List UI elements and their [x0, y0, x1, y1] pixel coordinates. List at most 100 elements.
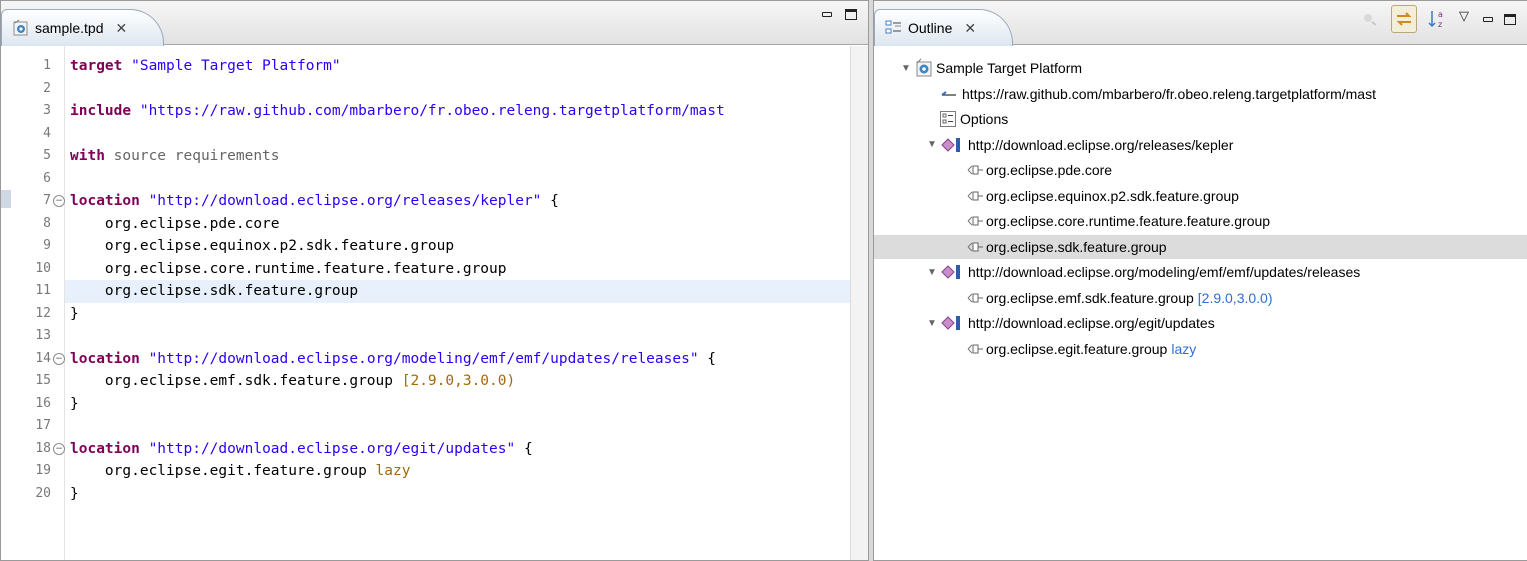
- maximize-icon[interactable]: [844, 7, 858, 21]
- line-number: 18: [35, 440, 51, 456]
- line-number: 5: [43, 148, 51, 163]
- code-line[interactable]: }: [70, 393, 79, 416]
- line-number-ruler[interactable]: 1 2 3 4 5 6 7−8 9 10 11 12 13 14−15 16 17 18−19 20: [11, 46, 65, 560]
- installable-unit-icon: [966, 214, 984, 228]
- line-number: 16: [35, 395, 51, 411]
- expand-toggle-icon[interactable]: ▼: [926, 139, 938, 150]
- line-number: 11: [35, 283, 51, 298]
- code-token: "https://raw.github.com/mbarbero/fr.obeo…: [139, 103, 725, 119]
- code-line[interactable]: }: [70, 303, 79, 326]
- outline-node-modifier: lazy: [1171, 340, 1197, 357]
- tab-label: sample.tpd: [35, 20, 104, 36]
- code-line[interactable]: org.eclipse.sdk.feature.group: [70, 280, 358, 303]
- code-line[interactable]: org.eclipse.core.runtime.feature.feature…: [70, 258, 507, 281]
- installable-unit-icon: [966, 163, 984, 177]
- code-line[interactable]: org.eclipse.pde.core: [70, 213, 280, 236]
- line-number: 4: [43, 125, 51, 141]
- collapse-all-icon[interactable]: [1357, 5, 1383, 33]
- code-token: org.eclipse.pde.core: [70, 215, 280, 232]
- fold-toggle-icon[interactable]: −: [53, 442, 65, 455]
- fold-toggle-icon[interactable]: −: [53, 352, 65, 365]
- code-token: org.eclipse.sdk.feature.group: [70, 283, 359, 299]
- code-token: source requirements: [113, 148, 280, 164]
- code-token: target: [70, 58, 132, 74]
- code-token: "http://download.eclipse.org/egit/update…: [148, 440, 516, 457]
- annotation-ruler[interactable]: [1, 46, 11, 560]
- installable-unit-icon: [966, 240, 984, 254]
- maximize-icon[interactable]: [1503, 12, 1517, 26]
- line-number: 17: [35, 418, 51, 433]
- outline-node[interactable]: https://raw.github.com/mbarbero/fr.obeo.…: [874, 82, 1527, 106]
- vertical-scrollbar[interactable]: [850, 46, 868, 560]
- outline-node[interactable]: org.eclipse.equinox.p2.sdk.feature.group: [874, 184, 1527, 208]
- outline-node[interactable]: org.eclipse.core.runtime.feature.feature…: [874, 209, 1527, 233]
- outline-node-modifier: [2.9.0,3.0.0): [1197, 289, 1273, 306]
- code-token: org.eclipse.core.runtime.feature.feature…: [70, 260, 507, 277]
- code-line[interactable]: }: [70, 483, 79, 506]
- code-line[interactable]: org.eclipse.emf.sdk.feature.group [2.9.0…: [70, 370, 515, 393]
- tab-sample-tpd[interactable]: sample.tpd ✕: [1, 9, 165, 46]
- code-line[interactable]: location "http://download.eclipse.org/eg…: [70, 438, 533, 461]
- outline-node-label: http://download.eclipse.org/modeling/emf…: [968, 264, 1361, 280]
- outline-tree[interactable]: ▼ Sample Target Platform https://raw.githu…: [874, 46, 1527, 560]
- expand-toggle-icon[interactable]: ▼: [900, 63, 912, 74]
- code-token: org.eclipse.equinox.p2.sdk.feature.group: [70, 238, 455, 254]
- link-with-editor-icon[interactable]: [1391, 5, 1417, 33]
- line-number: 20: [35, 485, 51, 501]
- code-line[interactable]: target "Sample Target Platform": [70, 55, 341, 78]
- outline-node[interactable]: ▼ http://download.eclipse.org/egit/update…: [874, 311, 1527, 335]
- code-line[interactable]: org.eclipse.egit.feature.group lazy: [70, 460, 411, 483]
- outline-node[interactable]: ▼ http://download.eclipse.org/releases/ke…: [874, 133, 1527, 157]
- outline-pane: Outline ✕ az ▼ Sample Target Platform http…: [873, 0, 1527, 561]
- code-line[interactable]: location "http://download.eclipse.org/mo…: [70, 348, 716, 371]
- minimize-icon[interactable]: [1481, 12, 1495, 26]
- outline-node[interactable]: org.eclipse.sdk.feature.group: [874, 234, 1527, 259]
- close-icon[interactable]: ✕: [964, 20, 976, 37]
- code-token: "Sample Target Platform": [131, 58, 341, 74]
- outline-node-label: org.eclipse.pde.core: [986, 162, 1113, 178]
- outline-node[interactable]: ▼ http://download.eclipse.org/modeling/em…: [874, 260, 1527, 284]
- editor-body[interactable]: 1 2 3 4 5 6 7−8 9 10 11 12 13 14−15 16 17 18−19 20 targe…: [1, 46, 868, 560]
- fold-toggle-icon[interactable]: −: [53, 195, 65, 207]
- outline-node-label: https://raw.github.com/mbarbero/fr.obeo.…: [962, 85, 1376, 102]
- code-token: {: [515, 440, 533, 457]
- code-token: }: [70, 485, 79, 502]
- code-line[interactable]: include "https://raw.github.com/mbarbero…: [70, 100, 725, 123]
- tab-outline[interactable]: Outline ✕: [874, 9, 1014, 46]
- code-token: location: [70, 350, 149, 367]
- minimize-icon[interactable]: [820, 7, 834, 21]
- code-token: include: [70, 103, 140, 119]
- line-number: 3: [43, 103, 51, 118]
- code-token: location: [70, 193, 149, 209]
- outline-node[interactable]: org.eclipse.pde.core: [874, 158, 1527, 182]
- svg-text:z: z: [1438, 20, 1442, 29]
- code-line[interactable]: location "http://download.eclipse.org/re…: [70, 190, 559, 213]
- code-area[interactable]: target "Sample Target Platform" include "…: [65, 46, 850, 560]
- close-icon[interactable]: ✕: [115, 20, 127, 37]
- expand-toggle-icon[interactable]: ▼: [926, 267, 938, 278]
- outline-node[interactable]: org.eclipse.emf.sdk.feature.group [2.9.0,…: [874, 286, 1527, 310]
- outline-node[interactable]: ▼ Sample Target Platform: [874, 56, 1527, 80]
- outline-node[interactable]: org.eclipse.egit.feature.group lazy: [874, 337, 1527, 361]
- outline-node-label: Options: [960, 111, 1009, 127]
- code-line[interactable]: with source requirements: [70, 145, 280, 168]
- outline-icon: [885, 19, 903, 37]
- outline-node-label: org.eclipse.core.runtime.feature.feature…: [986, 213, 1271, 229]
- code-line[interactable]: org.eclipse.equinox.p2.sdk.feature.group: [70, 235, 454, 258]
- code-token: [2.9.0,3.0.0): [401, 373, 516, 389]
- view-menu-icon[interactable]: [1459, 9, 1473, 26]
- options-icon: [940, 111, 956, 127]
- expand-toggle-icon[interactable]: ▼: [926, 318, 938, 329]
- line-number: 2: [43, 80, 51, 96]
- code-token: }: [70, 395, 79, 412]
- outline-node-label: Sample Target Platform: [936, 60, 1083, 76]
- code-token: with: [70, 148, 114, 164]
- outline-node-label: org.eclipse.emf.sdk.feature.group: [986, 289, 1194, 306]
- installable-unit-icon: [966, 291, 984, 305]
- location-icon: [940, 315, 964, 331]
- sort-alphabetically-icon[interactable]: az: [1425, 5, 1451, 33]
- line-number: 8: [43, 215, 51, 231]
- outline-node[interactable]: Options: [874, 107, 1527, 131]
- line-number: 10: [35, 260, 51, 276]
- location-icon: [940, 137, 964, 153]
